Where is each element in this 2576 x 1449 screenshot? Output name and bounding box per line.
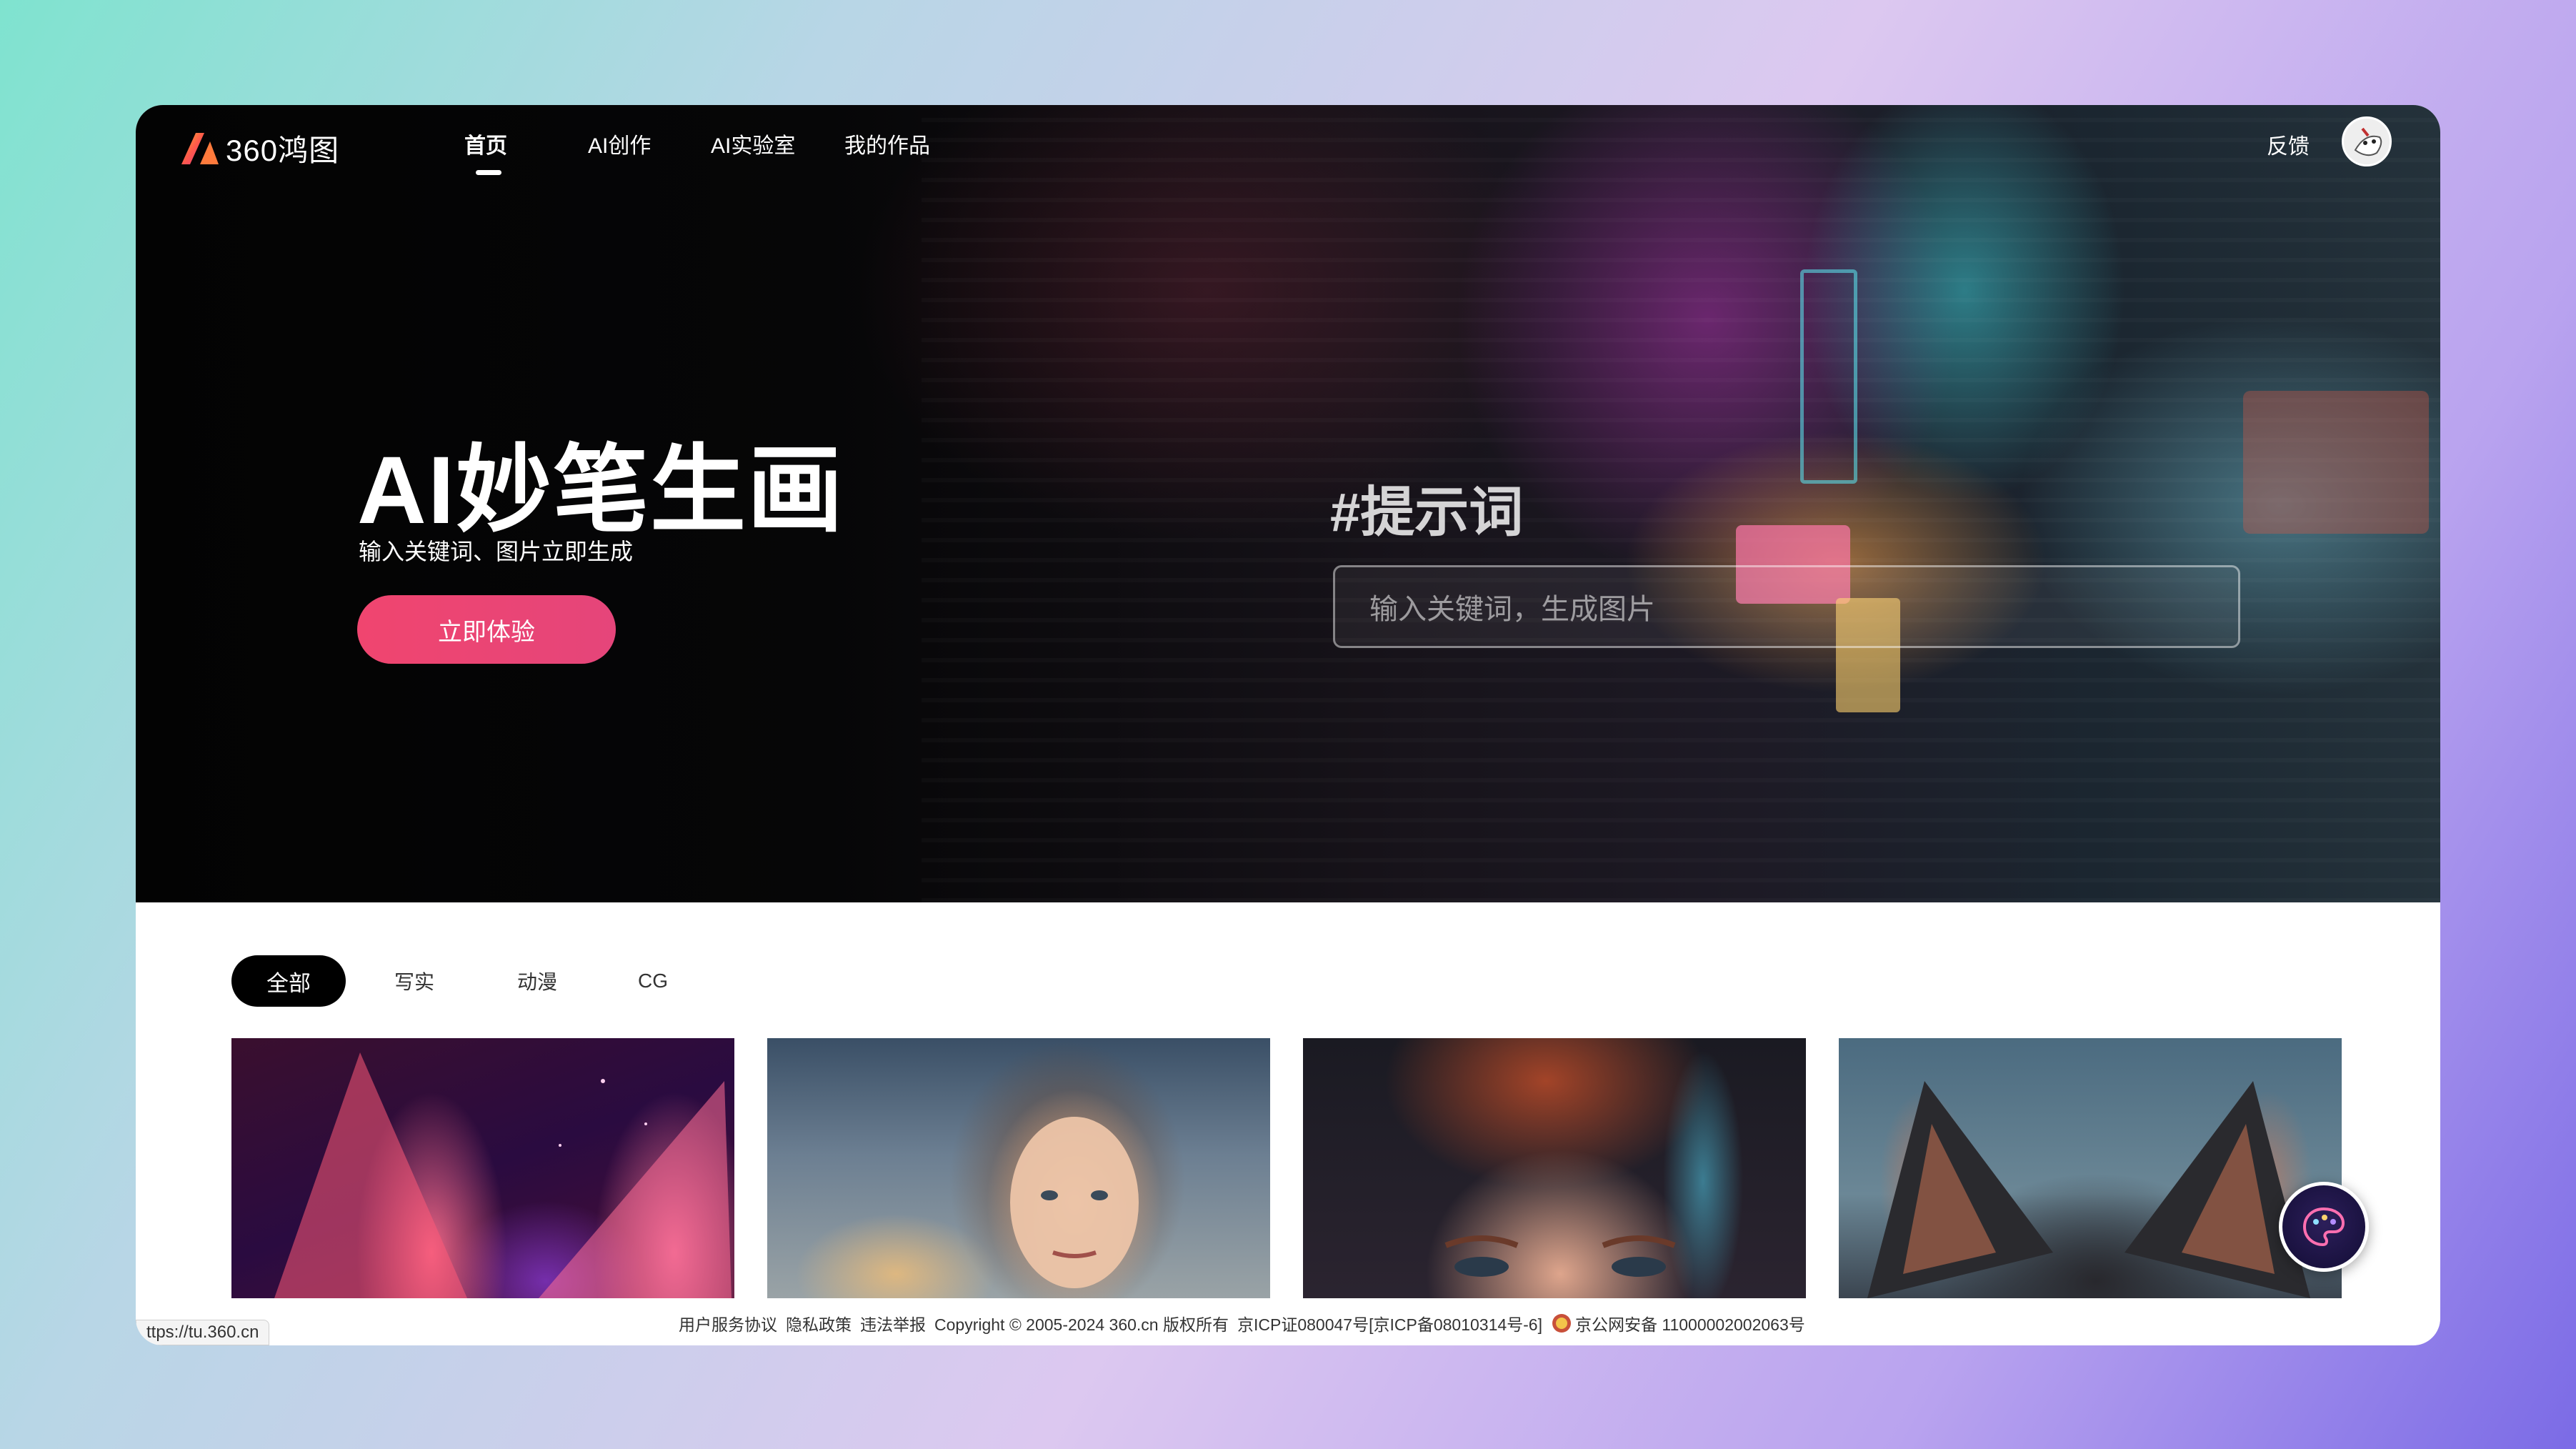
ai-assistant-float-button[interactable] bbox=[2279, 1182, 2369, 1272]
neon-sign-decoration bbox=[2243, 391, 2429, 534]
try-now-button[interactable]: 立即体验 bbox=[357, 595, 616, 664]
woman-portrait-image bbox=[1010, 1117, 1139, 1288]
redhead-portrait-image bbox=[1444, 1235, 1676, 1277]
tab-anime[interactable]: 动漫 bbox=[509, 955, 566, 1007]
hero-subtitle: 输入关键词、图片立即生成 bbox=[359, 539, 634, 564]
footer-links: 用户服务协议 隐私政策 违法举报 Copyright © 2005-2024 3… bbox=[679, 1311, 1814, 1335]
footer-user-agreement[interactable]: 用户服务协议 bbox=[679, 1311, 777, 1335]
gallery-card-fox[interactable] bbox=[231, 1038, 734, 1298]
nav-active-indicator bbox=[476, 170, 501, 175]
fox-ears-image bbox=[274, 1052, 732, 1298]
logo-text: 360鸿图 bbox=[226, 134, 340, 167]
footer-copyright: Copyright © 2005-2024 360.cn 版权所有 bbox=[934, 1315, 1229, 1334]
tab-cg[interactable]: CG bbox=[631, 955, 674, 1007]
police-badge-icon bbox=[1552, 1314, 1571, 1333]
browser-status-url: ttps://tu.360.cn bbox=[136, 1320, 270, 1345]
gallery-card-woman[interactable] bbox=[767, 1038, 1270, 1298]
hero-background-stripes bbox=[922, 105, 2440, 902]
palette-assistant-icon bbox=[2302, 1207, 2345, 1247]
prompt-input-placeholder: 输入关键词，生成图片 bbox=[1369, 594, 1655, 625]
prompt-tag-label: #提示词 bbox=[1330, 482, 1524, 543]
app-window: 360鸿图 首页 AI创作 AI实验室 我的作品 反馈 AI妙笔生画 输入关键词… bbox=[136, 105, 2440, 1345]
tab-realistic[interactable]: 写实 bbox=[386, 955, 443, 1007]
hero-banner: 360鸿图 首页 AI创作 AI实验室 我的作品 反馈 AI妙笔生画 输入关键词… bbox=[136, 105, 2440, 902]
user-avatar[interactable] bbox=[2342, 116, 2392, 166]
footer-police-record[interactable]: 京公网安备 11000002002063号 bbox=[1575, 1311, 1805, 1335]
hero-title: AI妙笔生画 bbox=[357, 437, 845, 544]
page-footer: 用户服务协议 隐私政策 违法举报 Copyright © 2005-2024 3… bbox=[136, 1303, 2440, 1345]
footer-report[interactable]: 违法举报 bbox=[860, 1311, 926, 1335]
logo[interactable]: 360鸿图 bbox=[179, 126, 339, 170]
wolf-image bbox=[1867, 1081, 2310, 1298]
avatar-illustration bbox=[2344, 119, 2390, 164]
gallery-card-wolf[interactable] bbox=[1839, 1038, 2342, 1298]
prompt-input[interactable]: 输入关键词，生成图片 bbox=[1333, 565, 2240, 648]
tab-all[interactable]: 全部 bbox=[231, 955, 346, 1007]
nav-my-works[interactable]: 我的作品 bbox=[844, 128, 930, 159]
feedback-link[interactable]: 反馈 bbox=[2267, 129, 2310, 160]
nav-home[interactable]: 首页 bbox=[464, 128, 507, 159]
category-tabs: 全部 写实 动漫 CG bbox=[231, 955, 674, 1007]
neon-sign-decoration bbox=[1800, 269, 1857, 484]
footer-icp[interactable]: 京ICP证080047号[京ICP备08010314号-6] bbox=[1237, 1311, 1542, 1335]
gallery-card-redhead[interactable] bbox=[1303, 1038, 1806, 1298]
nav-ai-lab[interactable]: AI实验室 bbox=[711, 128, 795, 159]
nav-ai-create[interactable]: AI创作 bbox=[588, 128, 651, 159]
footer-privacy-policy[interactable]: 隐私政策 bbox=[786, 1311, 852, 1335]
360-honotu-logo-icon bbox=[181, 132, 219, 164]
top-navbar: 360鸿图 首页 AI创作 AI实验室 我的作品 反馈 bbox=[136, 105, 2440, 184]
